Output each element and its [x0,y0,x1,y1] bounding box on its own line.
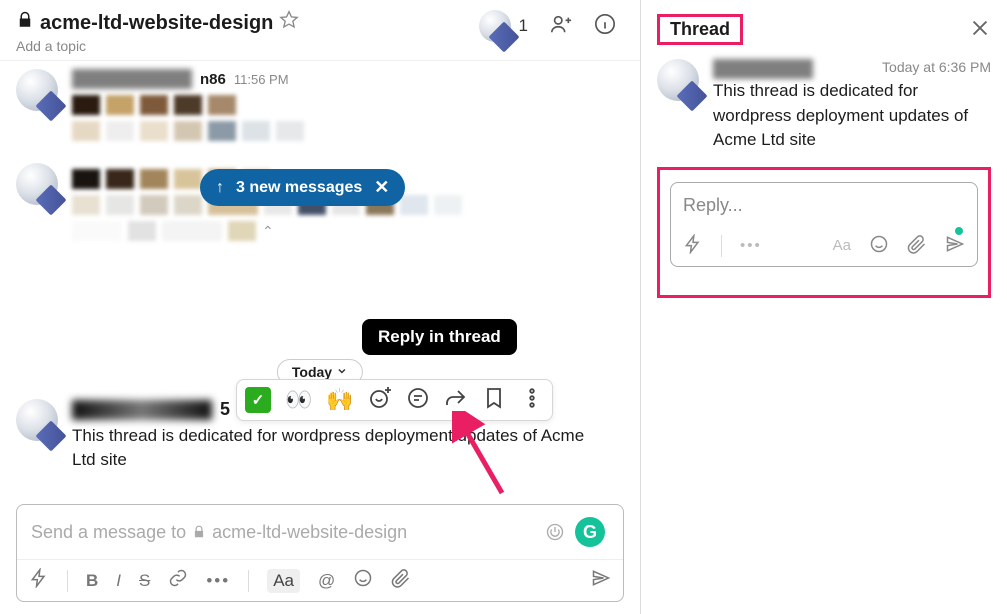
message-composer: Send a message to acme-ltd-website-desig… [16,504,624,602]
power-icon[interactable] [545,522,565,542]
reaction-check[interactable]: ✓ [245,387,271,413]
add-people-icon[interactable] [550,13,572,39]
thread-pane: Thread Today at 6:36 PM This thread is d… [641,0,1007,614]
thread-message-text: This thread is dedicated for wordpress d… [713,79,991,153]
lock-icon [192,525,206,539]
more-formatting-icon[interactable]: ••• [206,571,230,591]
thread-title: Thread [657,14,743,45]
lightning-icon[interactable] [683,234,703,258]
strikethrough-button[interactable]: S [139,571,150,591]
link-icon[interactable] [168,568,188,593]
close-icon[interactable]: ✕ [374,177,389,198]
tooltip-reply-in-thread: Reply in thread [362,319,517,355]
redacted-username [72,400,212,420]
avatar [16,163,60,207]
arrow-up-icon: ↑ [216,179,224,197]
format-toggle[interactable]: Aa [833,237,851,254]
send-icon[interactable] [591,568,611,593]
composer-toolbar: B I S ••• Aa @ [17,559,623,601]
lock-icon [16,11,34,35]
message-timestamp: 11:56 PM [234,72,289,87]
composer-input[interactable]: Send a message to acme-ltd-website-desig… [17,505,623,559]
chevron-down-icon [336,364,348,380]
bookmark-icon[interactable] [482,386,506,414]
channel-title[interactable]: acme-ltd-website-design [16,10,299,36]
reaction-hands[interactable]: 🙌 [326,387,353,413]
status-dot [955,227,963,235]
redacted-username [72,69,192,89]
message-list: n86 11:56 PM ⌃ ↑ 3 new messages ✕ [0,60,640,494]
reaction-eyes[interactable]: 👀 [285,387,312,413]
avatar [16,69,60,113]
channel-header: acme-ltd-website-design Add a topic 1 [0,0,640,60]
thread-timestamp: Today at 6:36 PM [882,59,991,75]
thread-message: Today at 6:36 PM This thread is dedicate… [657,59,991,153]
main-channel-pane: acme-ltd-website-design Add a topic 1 [0,0,641,614]
reply-highlight-box: Reply... ••• Aa [657,167,991,298]
share-icon[interactable] [444,386,468,414]
more-actions-icon[interactable] [520,386,544,414]
format-toggle[interactable]: Aa [267,569,300,593]
attachment-icon[interactable] [391,568,411,593]
channel-name: acme-ltd-website-design [40,12,273,35]
italic-button[interactable]: I [116,571,121,591]
lightning-icon[interactable] [29,568,49,593]
new-messages-pill[interactable]: ↑ 3 new messages ✕ [200,169,405,206]
reply-input[interactable]: Reply... [683,195,965,216]
thread-reply-composer: Reply... ••• Aa [670,182,978,267]
emoji-icon[interactable] [869,234,889,258]
star-icon[interactable] [279,10,299,36]
member-count[interactable]: 1 [479,10,528,42]
add-topic[interactable]: Add a topic [16,38,299,54]
mention-button[interactable]: @ [318,571,335,591]
send-icon[interactable] [945,234,965,258]
grammarly-icon[interactable]: G [575,517,605,547]
avatar [16,399,60,443]
message-text: This thread is dedicated for wordpress d… [72,424,592,472]
info-icon[interactable] [594,13,616,39]
member-avatar-icon [479,10,511,42]
redacted-username [713,59,813,79]
close-thread-icon[interactable] [969,17,991,43]
emoji-icon[interactable] [353,568,373,593]
message-item: n86 11:56 PM [16,61,624,155]
more-icon[interactable]: ••• [740,237,762,254]
attachment-icon[interactable] [907,234,927,258]
reply-in-thread-icon[interactable] [406,386,430,414]
annotation-arrow [452,411,512,494]
add-reaction-icon[interactable] [368,386,392,414]
avatar [657,59,701,103]
bold-button[interactable]: B [86,571,98,591]
